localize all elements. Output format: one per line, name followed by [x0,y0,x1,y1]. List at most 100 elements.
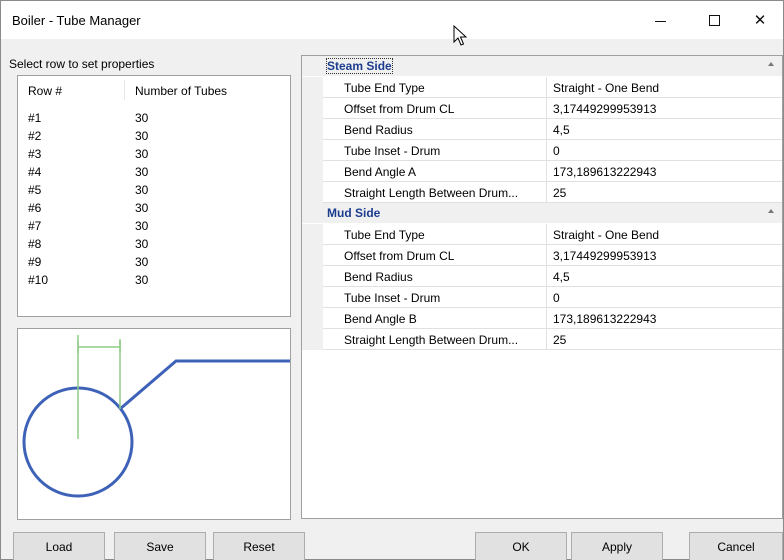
list-item[interactable]: #9 30 [18,252,290,270]
property-row[interactable]: Tube End Type Straight - One Bend [302,224,782,245]
property-name: Tube Inset - Drum [323,140,547,161]
row-number: #9 [28,255,42,269]
property-name: Tube Inset - Drum [323,287,547,308]
tube-count: 30 [135,201,149,215]
property-name: Straight Length Between Drum... [323,182,547,203]
row-number: #8 [28,237,42,251]
property-value[interactable]: Straight - One Bend [547,224,782,245]
column-header-row[interactable]: Row # [28,84,62,98]
tube-count: 30 [135,111,149,125]
property-row[interactable]: Tube Inset - Drum 0 [302,287,782,308]
property-name: Bend Radius [323,119,547,140]
row-number: #4 [28,165,42,179]
list-item[interactable]: #6 30 [18,198,290,216]
row-number: #7 [28,219,42,233]
column-header-number-of-tubes[interactable]: Number of Tubes [135,84,227,98]
list-item[interactable]: #1 30 [18,108,290,126]
maximize-icon [708,14,720,26]
row-number: #10 [28,273,49,287]
list-item[interactable]: #2 30 [18,126,290,144]
cancel-button[interactable]: Cancel [689,532,783,560]
collapse-icon[interactable] [768,209,774,213]
property-value[interactable]: 173,189613222943 [547,308,782,329]
tube-count: 30 [135,183,149,197]
tube-manager-window: Boiler - Tube Manager ✕ Select row to se… [0,0,784,560]
property-row[interactable]: Tube Inset - Drum 0 [302,140,782,161]
property-grid[interactable]: Steam Side Tube End Type Straight - One B… [301,55,783,519]
save-button[interactable]: Save [114,532,206,560]
property-name: Tube End Type [323,224,547,245]
apply-button[interactable]: Apply [571,532,663,560]
tube-preview-panel [17,328,291,520]
tube-count: 30 [135,219,149,233]
tube-count: 30 [135,237,149,251]
list-item[interactable]: #10 30 [18,270,290,288]
category-label: Steam Side [326,58,393,74]
property-value[interactable]: Straight - One Bend [547,77,782,98]
tube-count: 30 [135,165,149,179]
row-gutter [302,98,323,119]
property-row[interactable]: Bend Radius 4,5 [302,119,782,140]
list-item[interactable]: #3 30 [18,144,290,162]
row-number: #6 [28,201,42,215]
row-gutter [302,161,323,182]
minimize-button[interactable] [637,1,683,39]
property-name: Bend Radius [323,266,547,287]
property-value[interactable]: 0 [547,287,782,308]
close-icon: ✕ [753,12,767,29]
row-select-instruction: Select row to set properties [9,57,155,71]
category-mud-side[interactable]: Mud Side [302,203,782,223]
title-bar[interactable]: Boiler - Tube Manager ✕ [1,1,783,39]
property-name: Offset from Drum CL [323,245,547,266]
reset-button[interactable]: Reset [213,532,305,560]
property-name: Tube End Type [323,77,547,98]
property-name: Bend Angle A [323,161,547,182]
property-row[interactable]: Straight Length Between Drum... 25 [302,182,782,203]
tube-count: 30 [135,255,149,269]
list-item[interactable]: #4 30 [18,162,290,180]
category-steam-side[interactable]: Steam Side [302,56,782,76]
property-value[interactable]: 25 [547,182,782,203]
property-name: Bend Angle B [323,308,547,329]
row-gutter [302,287,323,308]
ok-button[interactable]: OK [475,532,567,560]
collapse-icon[interactable] [768,62,774,66]
row-gutter [302,308,323,329]
tube-count: 30 [135,273,149,287]
property-value[interactable]: 4,5 [547,119,782,140]
list-item[interactable]: #8 30 [18,234,290,252]
property-row[interactable]: Tube End Type Straight - One Bend [302,77,782,98]
property-row[interactable]: Straight Length Between Drum... 25 [302,329,782,350]
property-row[interactable]: Bend Angle B 173,189613222943 [302,308,782,329]
row-number: #1 [28,111,42,125]
window-title: Boiler - Tube Manager [12,13,141,28]
list-item[interactable]: #5 30 [18,180,290,198]
tube-count: 30 [135,147,149,161]
load-button[interactable]: Load [13,532,105,560]
property-value[interactable]: 25 [547,329,782,350]
row-gutter [302,245,323,266]
tube-row-list[interactable]: Row # Number of Tubes #1 30 #2 30 #3 30 #4 3… [17,75,291,317]
tube-line [119,359,290,411]
property-row[interactable]: Offset from Drum CL 3,17449299953913 [302,98,782,119]
property-row[interactable]: Offset from Drum CL 3,17449299953913 [302,245,782,266]
property-name: Offset from Drum CL [323,98,547,119]
tube-geometry-diagram [22,335,290,498]
mouse-cursor-icon [453,25,467,46]
property-value[interactable]: 173,189613222943 [547,161,782,182]
row-gutter [302,329,323,350]
property-value[interactable]: 0 [547,140,782,161]
maximize-button[interactable] [691,1,737,39]
close-button[interactable]: ✕ [737,1,783,39]
property-value[interactable]: 3,17449299953913 [547,98,782,119]
column-divider[interactable] [124,80,125,100]
property-value[interactable]: 3,17449299953913 [547,245,782,266]
row-gutter [302,119,323,140]
property-name: Straight Length Between Drum... [323,329,547,350]
property-row[interactable]: Bend Angle A 173,189613222943 [302,161,782,182]
row-gutter [302,140,323,161]
row-list-header: Row # Number of Tubes [18,76,290,102]
property-value[interactable]: 4,5 [547,266,782,287]
list-item[interactable]: #7 30 [18,216,290,234]
property-row[interactable]: Bend Radius 4,5 [302,266,782,287]
